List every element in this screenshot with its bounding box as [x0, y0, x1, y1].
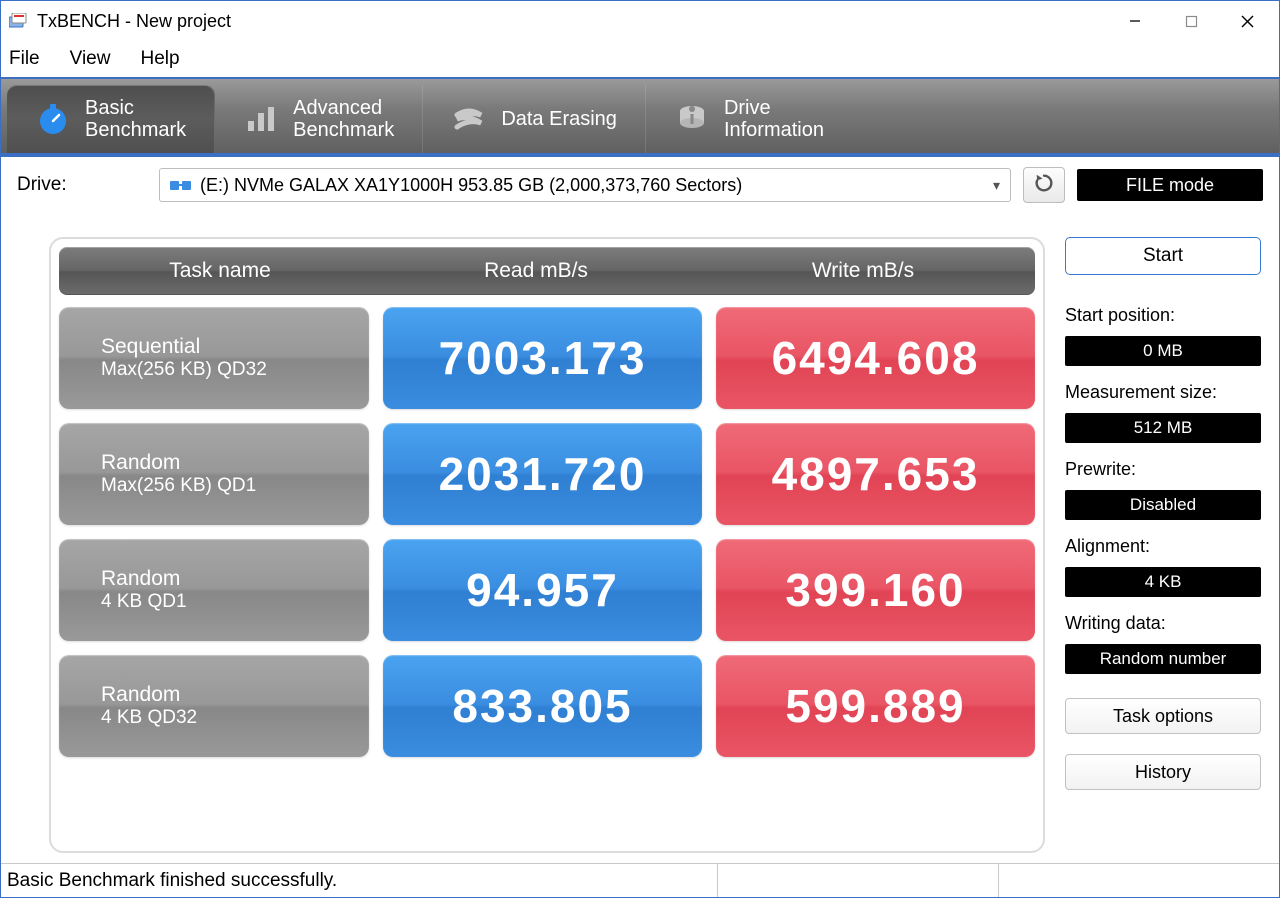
- write-value: 4897.653: [716, 423, 1035, 525]
- tab-label: Drive: [724, 97, 824, 119]
- drive-select[interactable]: (E:) NVMe GALAX XA1Y1000H 953.85 GB (2,0…: [159, 168, 1011, 202]
- header-write: Write mB/s: [691, 259, 1035, 283]
- results-panel: Task name Read mB/s Write mB/s Sequentia…: [49, 237, 1045, 853]
- tab-drive-information[interactable]: Drive Information: [646, 85, 852, 153]
- refresh-button[interactable]: [1023, 167, 1065, 203]
- task-cell[interactable]: Sequential Max(256 KB) QD32: [59, 307, 369, 409]
- task-title: Sequential: [101, 335, 369, 359]
- result-row: Random 4 KB QD1 94.957 399.160: [59, 539, 1035, 641]
- erase-icon: [451, 101, 487, 137]
- window-title: TxBENCH - New project: [37, 11, 1107, 32]
- tab-label: Benchmark: [293, 119, 394, 141]
- header-read: Read mB/s: [381, 259, 691, 283]
- app-window: TxBENCH - New project File View Help Bas…: [0, 0, 1280, 898]
- menu-file[interactable]: File: [9, 48, 40, 70]
- task-cell[interactable]: Random 4 KB QD32: [59, 655, 369, 757]
- read-value: 94.957: [383, 539, 702, 641]
- read-value: 833.805: [383, 655, 702, 757]
- menu-view[interactable]: View: [70, 48, 111, 70]
- task-title: Random: [101, 683, 369, 707]
- close-button[interactable]: [1219, 3, 1275, 39]
- alignment-label: Alignment:: [1065, 536, 1261, 557]
- drive-info-icon: [674, 101, 710, 137]
- file-mode-button[interactable]: FILE mode: [1077, 169, 1263, 201]
- app-icon: [9, 13, 29, 29]
- menu-help[interactable]: Help: [140, 48, 179, 70]
- header-task: Task name: [59, 259, 381, 283]
- status-text: Basic Benchmark finished successfully.: [1, 870, 717, 892]
- alignment-value[interactable]: 4 KB: [1065, 567, 1261, 597]
- start-position-value[interactable]: 0 MB: [1065, 336, 1261, 366]
- tab-basic-benchmark[interactable]: Basic Benchmark: [7, 85, 215, 153]
- read-value: 7003.173: [383, 307, 702, 409]
- read-value: 2031.720: [383, 423, 702, 525]
- stopwatch-icon: [35, 101, 71, 137]
- result-row: Sequential Max(256 KB) QD32 7003.173 649…: [59, 307, 1035, 409]
- tabstrip: Basic Benchmark Advanced Benchmark Data …: [1, 77, 1279, 157]
- task-sub: Max(256 KB) QD1: [101, 475, 369, 497]
- minimize-button[interactable]: [1107, 3, 1163, 39]
- side-panel: Start Start position: 0 MB Measurement s…: [1065, 237, 1261, 853]
- write-value: 399.160: [716, 539, 1035, 641]
- result-row: Random 4 KB QD32 833.805 599.889: [59, 655, 1035, 757]
- write-value: 6494.608: [716, 307, 1035, 409]
- history-button[interactable]: History: [1065, 754, 1261, 790]
- tab-advanced-benchmark[interactable]: Advanced Benchmark: [215, 85, 423, 153]
- bars-icon: [243, 101, 279, 137]
- prewrite-label: Prewrite:: [1065, 459, 1261, 480]
- tab-label: Data Erasing: [501, 108, 617, 130]
- drive-icon: [170, 177, 192, 193]
- result-row: Random Max(256 KB) QD1 2031.720 4897.653: [59, 423, 1035, 525]
- tab-label: Information: [724, 119, 824, 141]
- start-button[interactable]: Start: [1065, 237, 1261, 275]
- task-options-button[interactable]: Task options: [1065, 698, 1261, 734]
- measurement-size-value[interactable]: 512 MB: [1065, 413, 1261, 443]
- results-header: Task name Read mB/s Write mB/s: [59, 247, 1035, 295]
- chevron-down-icon: ▾: [993, 177, 1000, 194]
- measurement-size-label: Measurement size:: [1065, 382, 1261, 403]
- prewrite-value[interactable]: Disabled: [1065, 490, 1261, 520]
- titlebar[interactable]: TxBENCH - New project: [1, 1, 1279, 41]
- task-sub: 4 KB QD32: [101, 707, 369, 729]
- menubar: File View Help: [1, 41, 1279, 77]
- start-position-label: Start position:: [1065, 305, 1261, 326]
- write-value: 599.889: [716, 655, 1035, 757]
- tab-label: Benchmark: [85, 119, 186, 141]
- task-sub: 4 KB QD1: [101, 591, 369, 613]
- writing-data-label: Writing data:: [1065, 613, 1261, 634]
- refresh-icon: [1033, 172, 1055, 199]
- tab-label: Basic: [85, 97, 186, 119]
- task-cell[interactable]: Random Max(256 KB) QD1: [59, 423, 369, 525]
- drive-row: Drive: (E:) NVMe GALAX XA1Y1000H 953.85 …: [1, 157, 1279, 213]
- tab-label: Advanced: [293, 97, 394, 119]
- writing-data-value[interactable]: Random number: [1065, 644, 1261, 674]
- maximize-button[interactable]: [1163, 3, 1219, 39]
- statusbar: Basic Benchmark finished successfully.: [1, 863, 1279, 897]
- drive-selected-text: (E:) NVMe GALAX XA1Y1000H 953.85 GB (2,0…: [200, 175, 742, 196]
- drive-label: Drive:: [17, 174, 147, 196]
- task-sub: Max(256 KB) QD32: [101, 359, 369, 381]
- task-cell[interactable]: Random 4 KB QD1: [59, 539, 369, 641]
- task-title: Random: [101, 451, 369, 475]
- tab-data-erasing[interactable]: Data Erasing: [423, 85, 646, 153]
- task-title: Random: [101, 567, 369, 591]
